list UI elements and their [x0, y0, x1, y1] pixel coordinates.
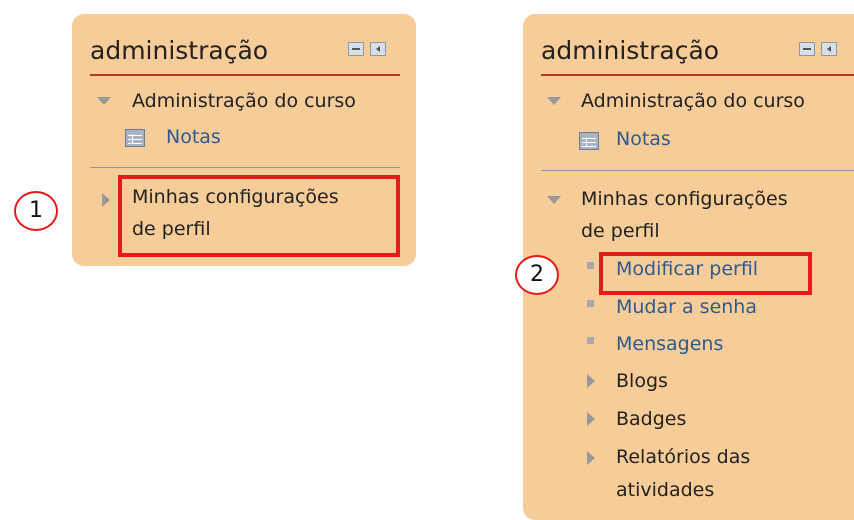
- highlight-box: [599, 252, 812, 295]
- section-profile-line2[interactable]: de perfil: [581, 216, 660, 247]
- dock-left-icon[interactable]: [370, 42, 386, 56]
- triangle-down-icon[interactable]: [547, 196, 561, 204]
- triangle-down-icon[interactable]: [97, 97, 111, 105]
- badges-item[interactable]: Badges: [616, 404, 686, 435]
- step-marker-2: 2: [515, 255, 559, 295]
- highlight-box: [118, 175, 400, 257]
- triangle-right-icon[interactable]: [102, 193, 110, 207]
- grades-link[interactable]: Notas: [166, 122, 221, 153]
- triangle-right-icon[interactable]: [587, 374, 595, 388]
- minus-box-icon[interactable]: [348, 42, 364, 56]
- triangle-right-icon[interactable]: [587, 451, 595, 465]
- square-bullet-icon: [587, 337, 594, 344]
- triangle-down-icon[interactable]: [547, 97, 561, 105]
- section-course-admin[interactable]: Administração do curso: [581, 86, 805, 117]
- block-header: administração: [90, 34, 400, 76]
- block-header: administração: [541, 34, 854, 76]
- grid-table-icon: [125, 129, 145, 147]
- grid-table-icon: [579, 132, 599, 150]
- admin-block-expanded: administração Administração do curso Not…: [523, 14, 854, 520]
- minus-box-icon[interactable]: [799, 42, 815, 56]
- blogs-item[interactable]: Blogs: [616, 366, 668, 397]
- messages-link[interactable]: Mensagens: [616, 329, 723, 360]
- activity-reports-line1[interactable]: Relatórios das: [616, 442, 750, 473]
- divider: [90, 167, 400, 168]
- block-title: administração: [541, 36, 720, 65]
- admin-block-collapsed: administração Administração do curso Not…: [72, 14, 416, 266]
- dock-left-icon[interactable]: [821, 42, 837, 56]
- grades-link[interactable]: Notas: [616, 124, 671, 155]
- change-password-link[interactable]: Mudar a senha: [616, 292, 757, 323]
- square-bullet-icon: [587, 262, 594, 269]
- triangle-right-icon[interactable]: [587, 412, 595, 426]
- step-marker-1: 1: [14, 191, 58, 231]
- block-title: administração: [90, 36, 269, 65]
- divider: [541, 170, 854, 171]
- square-bullet-icon: [587, 300, 594, 307]
- activity-reports-line2[interactable]: atividades: [616, 475, 714, 506]
- section-profile-line1[interactable]: Minhas configurações: [581, 184, 788, 215]
- section-course-admin[interactable]: Administração do curso: [132, 86, 356, 117]
